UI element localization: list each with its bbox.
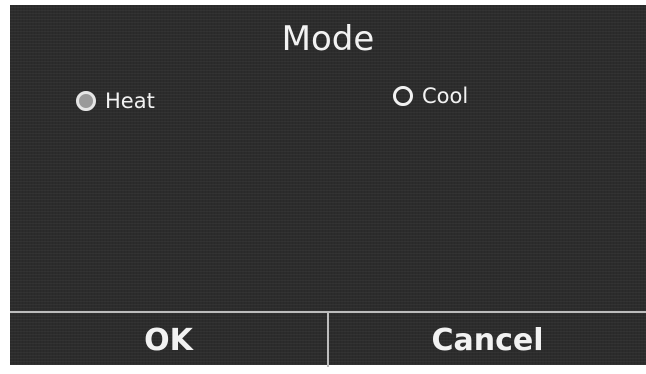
ok-button[interactable]: OK [10, 313, 329, 367]
cancel-button[interactable]: Cancel [329, 313, 646, 367]
cool-radio-icon[interactable] [393, 86, 413, 106]
cool-option-label: Cool [422, 84, 469, 108]
mode-dialog: Mode Heat Cool OK Cancel [10, 5, 646, 367]
cool-option[interactable]: Cool [393, 83, 468, 109]
heat-option[interactable]: Heat [76, 88, 155, 114]
dialog-button-bar: OK Cancel [10, 311, 646, 367]
dialog-title: Mode [281, 19, 375, 59]
heat-radio-icon[interactable] [76, 91, 96, 111]
heat-option-label: Heat [105, 89, 155, 113]
